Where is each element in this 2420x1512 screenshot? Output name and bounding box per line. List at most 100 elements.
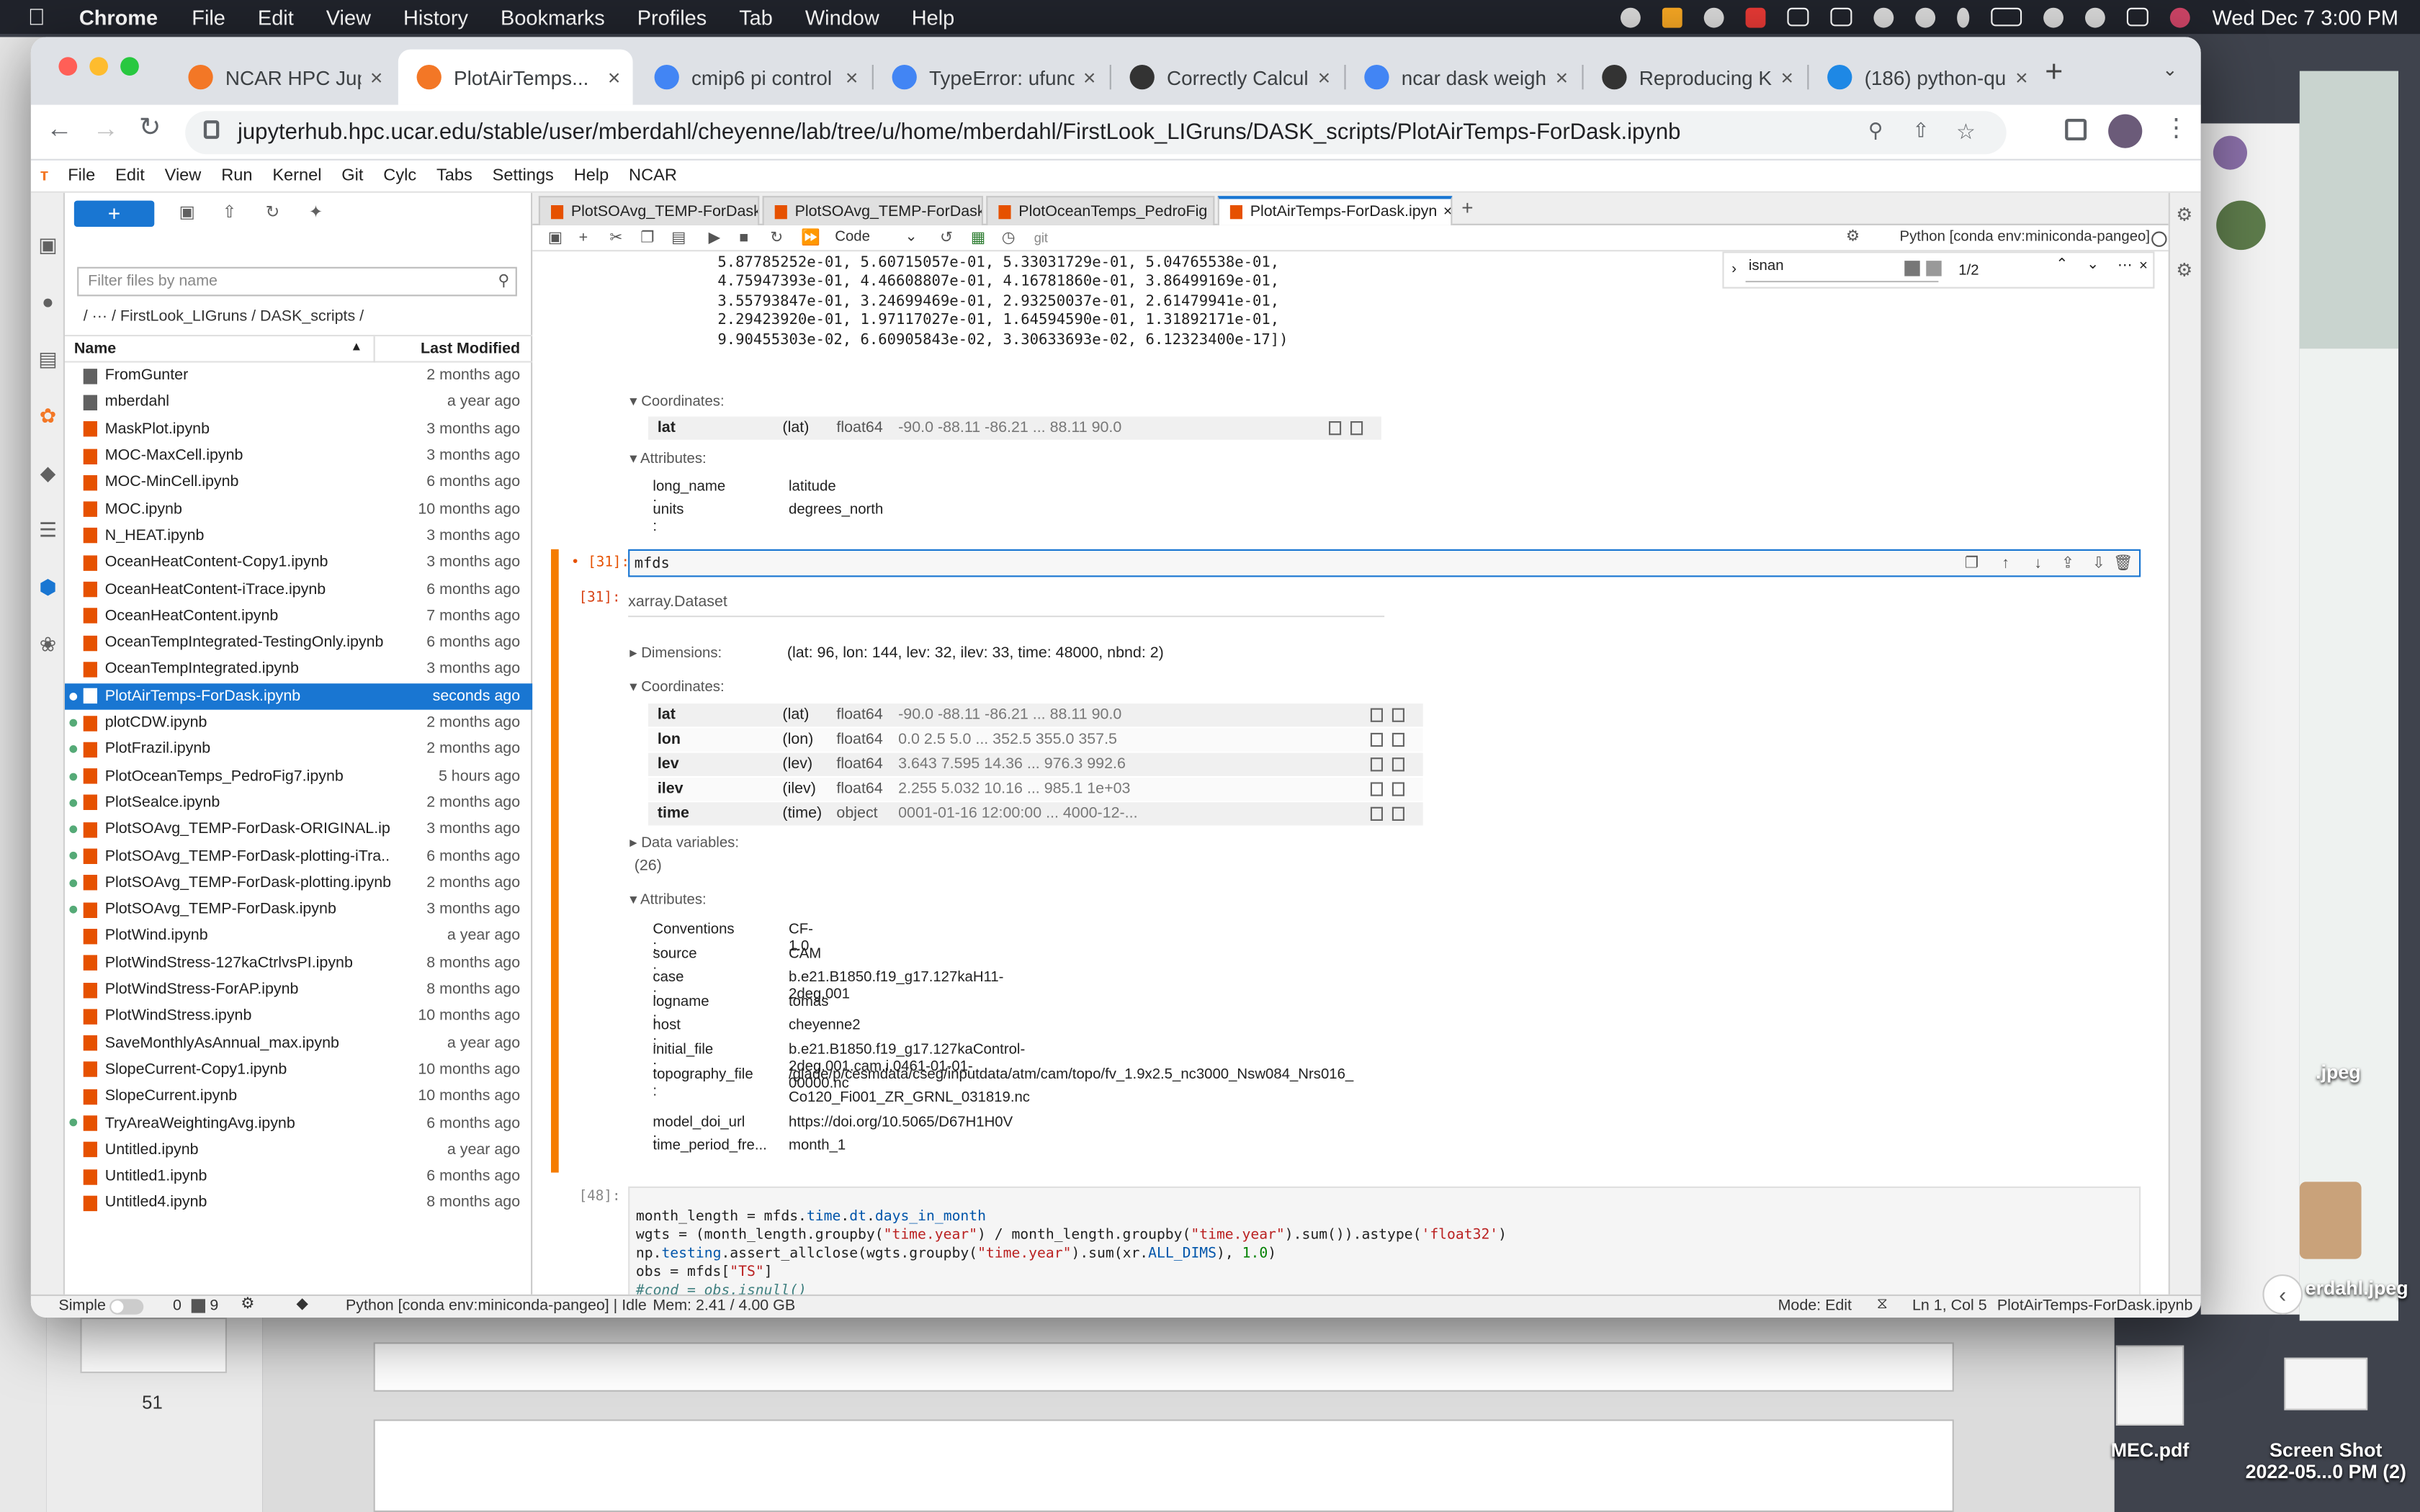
file-row[interactable]: PlotWindStress.ipynb 10 months ago xyxy=(65,1003,532,1030)
cursor-position[interactable]: Ln 1, Col 5 xyxy=(1912,1297,1987,1315)
table-icon[interactable]: ▦ xyxy=(971,230,985,247)
save-icon[interactable]: ▣ xyxy=(548,230,563,247)
vlc-status-icon[interactable] xyxy=(1662,6,1683,27)
duplicate-cell-icon[interactable]: ❐ xyxy=(1965,555,1978,572)
play-icon[interactable] xyxy=(1874,6,1895,27)
menu-clock[interactable]: Wed Dec 7 3:00 PM xyxy=(2213,6,2398,29)
gear-icon[interactable]: ⚙ xyxy=(241,1296,254,1313)
screenshot-label[interactable]: Screen Shot 2022-05...0 PM (2) xyxy=(2232,1439,2420,1482)
new-tab-button[interactable]: + xyxy=(2045,55,2063,91)
control-center-icon[interactable] xyxy=(2127,7,2149,27)
siri-icon[interactable] xyxy=(2170,6,2191,27)
restart-icon[interactable]: ↻ xyxy=(770,230,783,247)
data-variables-header[interactable]: ▸ Data variables: xyxy=(629,834,739,852)
jl-menu-help[interactable]: Help xyxy=(574,166,609,185)
kernel-status[interactable]: Python [conda env:miniconda-pangeo] | Id… xyxy=(346,1297,647,1315)
mec-pdf-label[interactable]: MEC.pdf xyxy=(2068,1439,2231,1461)
file-row[interactable]: PlotFrazil.ipynb 2 months ago xyxy=(65,737,532,763)
shield-status-icon[interactable]: ⧖ xyxy=(1877,1296,1888,1313)
menu-tab[interactable]: Tab xyxy=(739,6,773,29)
extension-icon[interactable]: ❀ xyxy=(37,633,58,656)
file-row[interactable]: PlotSOAvg_TEMP-ForDask-ORIGINAL.ip... 3 m… xyxy=(65,816,532,843)
regex-toggle-icon[interactable] xyxy=(1904,261,1920,276)
profile-avatar[interactable] xyxy=(2108,114,2143,148)
chevron-left-icon[interactable]: ‹ xyxy=(2262,1274,2303,1315)
back-arrow-icon[interactable]: ← xyxy=(46,114,72,145)
doc-tab-oceantemps[interactable]: PlotOceanTemps_PedroFig × xyxy=(986,196,1215,225)
property-inspector-icon[interactable]: ⚙ xyxy=(2176,204,2192,225)
debugger-icon[interactable]: ⚙ xyxy=(2176,259,2192,281)
file-row[interactable]: N_HEAT.ipynb 3 months ago xyxy=(65,523,532,549)
git-label[interactable]: git xyxy=(1034,230,1048,245)
database-icon[interactable] xyxy=(1392,732,1404,747)
close-tab-icon[interactable]: × xyxy=(1083,65,1096,89)
breadcrumb[interactable]: / ··· / FirstLook_LIGruns / DASK_scripts… xyxy=(84,309,364,326)
file-row[interactable]: PlotAirTemps-ForDask.ipynb seconds ago xyxy=(65,683,533,710)
lock-icon[interactable] xyxy=(203,120,220,139)
clock-icon[interactable]: ◷ xyxy=(1002,230,1016,247)
insert-above-icon[interactable]: ⇪ xyxy=(2061,555,2074,572)
file-row[interactable]: Untitled.ipynb a year ago xyxy=(65,1137,532,1164)
battery-icon[interactable] xyxy=(1991,7,2023,27)
close-tab-icon[interactable]: × xyxy=(608,65,621,89)
terminal-count[interactable]: 9 xyxy=(210,1297,218,1315)
cylc-icon[interactable]: ✿ xyxy=(37,404,58,427)
new-folder-icon[interactable]: ▣ xyxy=(179,202,195,222)
file-row[interactable]: PlotWindStress-ForAP.ipynb 8 months ago xyxy=(65,976,532,1003)
debugger-icon[interactable]: ⚙ xyxy=(1846,228,1860,246)
headphones-icon[interactable] xyxy=(1916,6,1937,27)
menu-view[interactable]: View xyxy=(326,6,371,29)
file-row[interactable]: PlotWind.ipynb a year ago xyxy=(65,923,532,950)
more-menu-icon[interactable]: ⋮ xyxy=(2164,112,2188,143)
doc-tab-soavg-1[interactable]: PlotSOAvg_TEMP-ForDask× xyxy=(538,196,760,225)
refresh-icon[interactable]: ↻ xyxy=(266,202,280,222)
file-row[interactable]: OceanHeatContent.ipynb 7 months ago xyxy=(65,603,532,629)
jl-menu-ncar[interactable]: NCAR xyxy=(629,166,677,185)
browser-tab[interactable]: ncar dask weight × xyxy=(1346,50,1581,105)
jl-menu-settings[interactable]: Settings xyxy=(493,166,554,185)
menu-profiles[interactable]: Profiles xyxy=(637,6,707,29)
database-icon[interactable] xyxy=(1392,757,1404,772)
file-icon[interactable] xyxy=(1370,708,1383,722)
menu-history[interactable]: History xyxy=(403,6,468,29)
creative-cloud-icon[interactable] xyxy=(1704,6,1725,27)
file-row[interactable]: plotCDW.ipynb 2 months ago xyxy=(65,709,532,736)
prev-match-icon[interactable]: ⌃ xyxy=(2056,256,2068,274)
browser-tab[interactable]: Reproducing Key × xyxy=(1584,50,1806,105)
file-icon[interactable] xyxy=(1329,421,1342,436)
file-row[interactable]: PlotOceanTemps_PedroFig7.ipynb 5 hours ag… xyxy=(65,763,532,790)
screenshot-thumbnail[interactable] xyxy=(2284,1357,2368,1410)
jl-menu-git[interactable]: Git xyxy=(341,166,363,185)
page-thumbnail[interactable] xyxy=(80,1318,228,1374)
notification-badge-icon[interactable] xyxy=(1746,6,1767,27)
insert-below-icon[interactable]: ⇩ xyxy=(2092,555,2105,572)
close-tab-icon[interactable]: × xyxy=(1318,65,1331,89)
shield-icon[interactable]: ⬢ xyxy=(37,575,58,598)
jl-menu-tabs[interactable]: Tabs xyxy=(436,166,472,185)
file-row[interactable]: OceanTempIntegrated-TestingOnly.ipynb 6 m… xyxy=(65,629,532,656)
search-spotlight-icon[interactable] xyxy=(2085,6,2106,27)
prev-attributes-header[interactable]: ▾ Attributes: xyxy=(629,451,706,468)
zoom-search-icon[interactable]: ⚲ xyxy=(1868,119,1883,143)
menu-help[interactable]: Help xyxy=(912,6,954,29)
apple-icon[interactable]:  xyxy=(28,4,45,30)
file-row[interactable]: SaveMonthlyAsAnnual_max.ipynb a year ago xyxy=(65,1030,532,1056)
menu-edit[interactable]: Edit xyxy=(258,6,294,29)
file-row[interactable]: FromGunter 2 months ago xyxy=(65,363,532,390)
file-icon[interactable] xyxy=(1370,806,1383,821)
dask-icon[interactable]: ▤ xyxy=(37,347,58,370)
menu-app-name[interactable]: Chrome xyxy=(79,6,158,29)
file-row[interactable]: PlotSOAvg_TEMP-ForDask-plotting-iTra... 6… xyxy=(65,843,532,870)
file-row[interactable]: PlotSOAvg_TEMP-ForDask-plotting.ipynb 2 m… xyxy=(65,870,532,896)
cell-type-select[interactable]: Code ⌄ xyxy=(835,228,920,246)
file-icon[interactable] xyxy=(1370,782,1383,796)
bluetooth-icon[interactable] xyxy=(1958,6,1971,27)
file-row[interactable]: SlopeCurrent-Copy1.ipynb 10 months ago xyxy=(65,1056,532,1083)
close-tab-icon[interactable]: × xyxy=(370,65,383,89)
photo-label-2[interactable]: .jpeg xyxy=(2300,1061,2377,1083)
zoom-window-button[interactable] xyxy=(120,57,139,76)
mec-pdf-icon[interactable] xyxy=(2115,1345,2184,1426)
case-toggle-icon[interactable] xyxy=(1926,261,1942,276)
jl-menu-edit[interactable]: Edit xyxy=(115,166,145,185)
file-row[interactable]: OceanHeatContent-Copy1.ipynb 3 months ago xyxy=(65,549,532,576)
